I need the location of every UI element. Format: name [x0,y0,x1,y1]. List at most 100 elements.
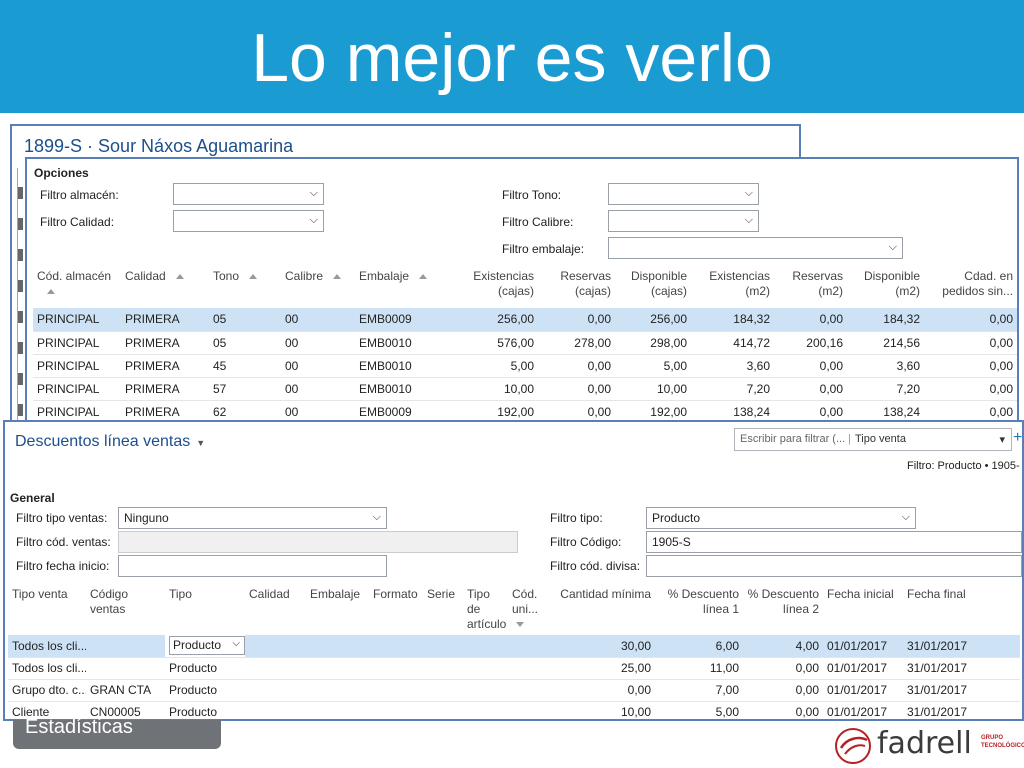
table-cell: PRIMERA [121,308,209,332]
table-cell: 30,00 [550,635,655,658]
chevron-down-icon: ⌵ [232,638,240,650]
col-cantidad-minima[interactable]: Cantidad mínima [550,584,655,635]
tipo-cell-select[interactable]: Producto ⌵ [169,636,245,656]
table-cell [463,635,508,658]
table-cell: 0,00 [538,354,615,378]
col-calibre[interactable]: Calibre [281,266,355,308]
table-cell: 0,00 [538,308,615,332]
table-cell: 10,00 [447,377,538,401]
filter-almacen-select[interactable]: ⌵ [173,183,324,205]
col-fecha-inicial[interactable]: Fecha inicial [823,584,903,635]
col-disponible-m2[interactable]: Disponible (m2) [847,266,924,308]
table-cell [508,679,550,702]
table-cell: PRINCIPAL [33,377,121,401]
table-row[interactable]: PRINCIPAL PRIMERA 57 00 EMB0010 10,00 0,00 10,0… [33,377,1017,401]
filter-codigo-input[interactable]: 1905-S [646,531,1022,553]
filter-divisa-input[interactable] [646,555,1022,577]
table-cell: PRIMERA [121,354,209,378]
chevron-down-icon: ▾ [999,434,1005,446]
table-cell: 7,20 [691,377,774,401]
filter-tipo-select[interactable]: Producto ⌵ [646,507,916,529]
active-filter-label: Filtro: Producto • 1905- [907,460,1020,472]
table-row[interactable]: Cliente CN00005 Producto 10,00 5,00 0,00 01/01… [8,701,1020,719]
col-embalaje[interactable]: Embalaje [355,266,447,308]
col-calidad[interactable]: Calidad [121,266,209,308]
col-tipo-articulo[interactable]: Tipo de artículo [463,584,508,635]
col-cod-almacen[interactable]: Cód. almacén [33,266,121,308]
filter-calibre-select[interactable]: ⌵ [608,210,759,232]
table-cell: Todos los cli... [8,635,86,658]
general-title: General [10,491,55,505]
table-cell [369,657,423,680]
table-row[interactable]: PRINCIPAL PRIMERA 45 00 EMB0010 5,00 0,00 5,00 3… [33,354,1017,378]
col-fecha-final[interactable]: Fecha final [903,584,1020,635]
col-embalaje[interactable]: Embalaje [306,584,369,635]
col-reservas-cajas[interactable]: Reservas (cajas) [538,266,615,308]
table-cell [245,679,306,702]
sort-icon [419,274,428,280]
discounts-table: Tipo venta Código ventas Tipo Calidad Em… [8,584,1020,719]
table-cell: 05 [209,331,281,355]
table-cell: PRIMERA [121,331,209,355]
col-formato[interactable]: Formato [369,584,423,635]
filter-search-box[interactable]: Escribir para filtrar (... | Tipo venta … [734,428,1012,451]
table-cell [369,701,423,719]
add-filter-icon[interactable]: + [1013,429,1022,447]
col-codigo-ventas[interactable]: Código ventas [86,584,165,635]
table-cell [423,701,463,719]
col-calidad[interactable]: Calidad [245,584,306,635]
table-row[interactable]: Todos los cli... Producto ⌵ 30,00 6,00 4,00 01… [8,635,1020,658]
table-cell [508,635,550,658]
table-cell: 6,00 [655,635,743,658]
chevron-down-icon: ⌵ [309,187,318,199]
filter-tono-select[interactable]: ⌵ [608,183,759,205]
search-field-select[interactable]: Tipo venta [855,433,906,445]
col-descuento-1[interactable]: % Descuento línea 1 [655,584,743,635]
col-existencias-m2[interactable]: Existencias (m2) [691,266,774,308]
table-cell: 25,00 [550,657,655,680]
table-cell: 05 [209,308,281,332]
filter-embalaje-select[interactable]: ⌵ [608,237,903,259]
table-cell: 7,00 [655,679,743,702]
filter-fecha-inicio-input[interactable] [118,555,387,577]
estadisticas-button[interactable]: Estadísticas [13,716,221,749]
table-cell [463,679,508,702]
sort-icon [516,622,524,628]
discounts-window: Descuentos línea ventas ▼ Escribir para f… [3,420,1024,721]
table-cell: GRAN CTA [86,679,165,702]
col-disponible-cajas[interactable]: Disponible (cajas) [615,266,691,308]
col-existencias-cajas[interactable]: Existencias (cajas) [447,266,538,308]
sort-icon [249,274,258,280]
col-reservas-m2[interactable]: Reservas (m2) [774,266,847,308]
col-tipo[interactable]: Tipo [165,584,245,635]
col-cod-unidad[interactable]: Cód. uni... [508,584,550,635]
filter-tipo-ventas-select[interactable]: Ninguno ⌵ [118,507,387,529]
table-cell: PRINCIPAL [33,354,121,378]
filter-calidad-select[interactable]: ⌵ [173,210,324,232]
col-descuento-2[interactable]: % Descuento línea 2 [743,584,823,635]
table-cell [423,679,463,702]
table-cell: 00 [281,377,355,401]
table-row[interactable]: PRINCIPAL PRIMERA 05 00 EMB0009 256,00 0,00 256… [33,308,1017,332]
table-cell [463,701,508,719]
table-cell: 0,00 [924,377,1017,401]
table-cell: 184,32 [691,308,774,332]
col-tipo-venta[interactable]: Tipo venta [8,584,86,635]
chevron-down-icon: ⌵ [901,511,910,523]
table-row[interactable]: PRINCIPAL PRIMERA 05 00 EMB0010 576,00 278,00 2… [33,331,1017,355]
col-serie[interactable]: Serie [423,584,463,635]
table-row[interactable]: Todos los cli... Producto 25,00 11,00 0,00 01… [8,657,1020,680]
table-cell: 10,00 [615,377,691,401]
discounts-title[interactable]: Descuentos línea ventas ▼ [15,433,205,451]
table-cell [245,657,306,680]
col-cdad-pedidos[interactable]: Cdad. en pedidos sin... [924,266,1017,308]
chevron-down-icon: ⌵ [888,241,897,253]
table-cell: 0,00 [743,679,823,702]
table-cell: 256,00 [615,308,691,332]
col-tono[interactable]: Tono [209,266,281,308]
table-cell: 0,00 [550,679,655,702]
table-row[interactable]: Grupo dto. c... GRAN CTA Producto 0,00 7,00 0… [8,679,1020,702]
filter-cod-ventas-input[interactable] [118,531,518,553]
product-window-title: 1899-S · Sour Náxos Aguamarina [24,136,294,156]
stock-table: Cód. almacén Calidad Tono Calibre Embala… [33,266,1017,423]
